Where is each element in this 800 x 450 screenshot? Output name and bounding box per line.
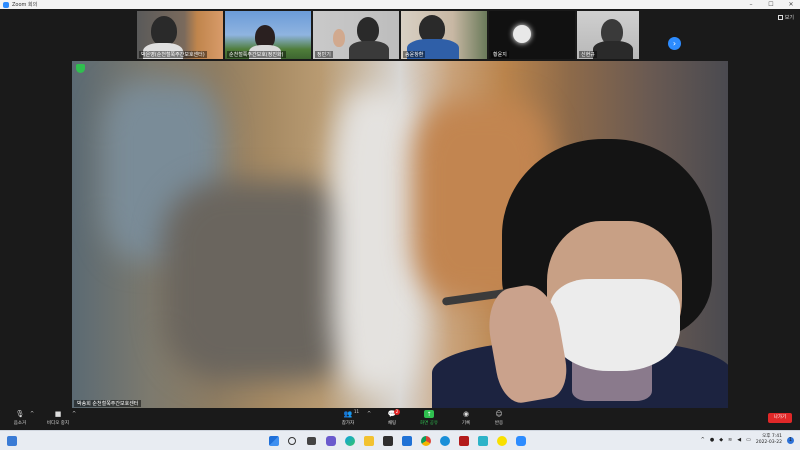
participant-tile[interactable]: 정민기 <box>313 11 399 59</box>
participant-avatar <box>151 16 177 46</box>
search-icon[interactable] <box>288 437 296 445</box>
wifi-icon[interactable]: ≋ <box>728 437 732 443</box>
mute-label: 음소거 <box>13 421 27 426</box>
speaker-face-mask <box>550 279 680 371</box>
background-blur <box>332 91 422 391</box>
share-screen-button[interactable]: ↑ 화면 공유 <box>411 410 447 426</box>
acrobat-icon[interactable] <box>459 436 469 446</box>
chat-button[interactable]: 💬 채팅 <box>374 410 410 426</box>
participant-avatar <box>513 25 531 43</box>
speaker-icon[interactable]: ◀ <box>737 437 741 443</box>
record-button[interactable]: ◉ 기록 <box>448 410 484 426</box>
window-controls: – ☐ ✕ <box>746 0 796 9</box>
window-title: Zoom 회의 <box>12 2 38 8</box>
chevron-right-icon[interactable]: › <box>668 37 681 50</box>
participant-hand <box>333 29 345 47</box>
system-tray: ^ ● ◆ ≋ ◀ ▭ 오후 7:41 2022-03-22 1 <box>701 434 794 446</box>
participant-tile[interactable]: 송윤창환 <box>401 11 487 59</box>
chat-badge: 2 <box>394 409 400 415</box>
reactions-button[interactable]: ☺ 반응 <box>481 410 517 426</box>
zoom-icon[interactable] <box>516 436 526 446</box>
windows-taskbar: ^ ● ◆ ≋ ◀ ▭ 오후 7:41 2022-03-22 1 <box>0 430 800 450</box>
zoom-window: Zoom 회의 – ☐ ✕ 박은영(순천철쭉주간보호센터) 순천철쭉주간보호(정… <box>0 0 800 450</box>
notification-badge[interactable]: 1 <box>787 436 794 444</box>
video-camera-icon: ■ <box>54 410 62 418</box>
participants-count: 11 <box>354 409 360 414</box>
view-button[interactable]: 보기 <box>777 14 794 21</box>
participant-tile[interactable]: 황윤지 <box>489 11 575 59</box>
app-icon-2[interactable] <box>478 436 488 446</box>
zoom-app-icon <box>3 1 9 8</box>
participant-tile[interactable]: 박은영(순천철쭉주간보호센터) <box>137 11 223 59</box>
chat-label: 채팅 <box>387 421 397 426</box>
gallery-strip: 박은영(순천철쭉주간보호센터) 순천철쭉주간보호(정진화) 정민기 송윤창환 황… <box>0 9 800 61</box>
leave-button[interactable]: 나가기 <box>768 413 792 423</box>
view-label: 보기 <box>784 15 794 21</box>
audio-options-caret[interactable]: ^ <box>30 411 34 417</box>
mail-icon[interactable] <box>402 436 412 446</box>
share-screen-label: 화면 공유 <box>420 421 438 426</box>
participant-name: 송윤창환 <box>403 51 426 58</box>
participant-name: 황윤지 <box>491 51 509 58</box>
participant-name: 정민기 <box>315 51 333 58</box>
store-icon[interactable] <box>383 436 393 446</box>
battery-icon[interactable]: ▭ <box>746 437 751 443</box>
chevron-up-icon[interactable]: ^ <box>701 437 705 443</box>
share-screen-icon: ↑ <box>424 410 434 418</box>
active-speaker-video: 박송희 순천철쭉주간보호센터 <box>72 61 728 408</box>
file-explorer-icon[interactable] <box>364 436 374 446</box>
edge-icon[interactable] <box>345 436 355 446</box>
chat-icon[interactable] <box>326 436 336 446</box>
participant-name: 신현규 <box>579 51 597 58</box>
grid-view-icon <box>777 15 783 20</box>
windows-start-icon[interactable] <box>269 436 279 446</box>
stop-video-label: 비디오 중지 <box>46 421 70 426</box>
participant-name: 박은영(순천철쭉주간보호센터) <box>139 51 207 58</box>
maximize-button[interactable]: ☐ <box>766 0 776 9</box>
stop-video-button[interactable]: ■ 비디오 중지 <box>40 410 76 426</box>
participants-label: 참가자 <box>341 421 355 426</box>
video-options-caret[interactable]: ^ <box>72 411 76 417</box>
record-label: 기록 <box>461 421 471 426</box>
kakaotalk-icon[interactable] <box>497 436 507 446</box>
participant-name: 순천철쭉주간보호(정진화) <box>227 51 286 58</box>
participant-body <box>593 41 633 59</box>
close-button[interactable]: ✕ <box>786 0 796 9</box>
app-icon[interactable] <box>440 436 450 446</box>
title-bar: Zoom 회의 – ☐ ✕ <box>0 0 800 9</box>
microphone-icon: 🎙 <box>15 410 25 418</box>
shield-icon[interactable] <box>76 64 85 73</box>
chrome-icon[interactable] <box>421 436 431 446</box>
participants-icon: 👥 <box>343 410 353 418</box>
meeting-toolbar: 🎙 음소거 ^ ■ 비디오 중지 ^ 👥 참가자 11 ^ 💬 채팅 2 ↑ 화… <box>0 408 800 430</box>
record-icon: ◉ <box>462 410 470 418</box>
reactions-icon: ☺ <box>495 410 503 418</box>
participant-body <box>349 41 389 59</box>
participant-avatar <box>357 17 379 43</box>
participants-options-caret[interactable]: ^ <box>367 411 371 417</box>
minimize-button[interactable]: – <box>746 0 756 9</box>
participant-tile[interactable]: 신현규 <box>577 11 639 59</box>
participant-tile[interactable]: 순천철쭉주간보호(정진화) <box>225 11 311 59</box>
tray-app-icon[interactable]: ● <box>710 437 714 443</box>
widgets-icon[interactable] <box>7 436 17 446</box>
clock[interactable]: 오후 7:41 2022-03-22 <box>756 434 782 446</box>
active-speaker-name: 박송희 순천철쭉주간보호센터 <box>74 400 142 407</box>
task-view-icon[interactable] <box>307 437 316 445</box>
tray-app-icon[interactable]: ◆ <box>719 437 723 443</box>
clock-date: 2022-03-22 <box>755 440 782 445</box>
reactions-label: 반응 <box>494 421 504 426</box>
participants-button[interactable]: 👥 참가자 <box>330 410 366 426</box>
